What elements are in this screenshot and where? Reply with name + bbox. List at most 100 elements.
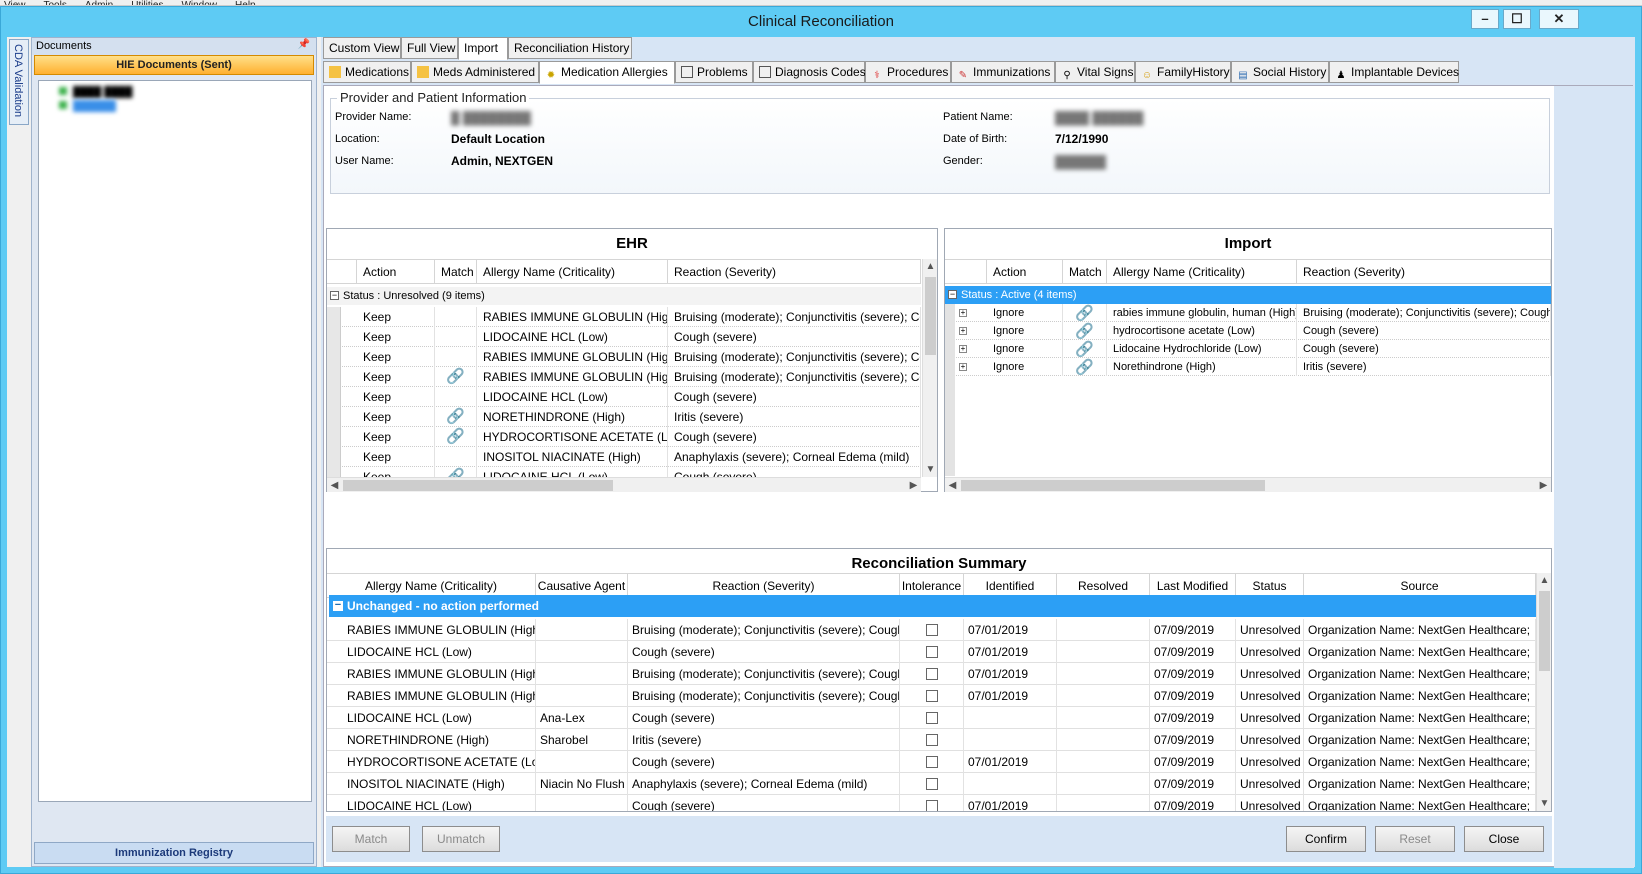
scroll-thumb[interactable] (343, 480, 613, 491)
link-icon[interactable]: 🔗 (1075, 359, 1094, 376)
collapse-icon[interactable]: − (948, 290, 957, 299)
tab-immunizations[interactable]: ✎ Immunizations (951, 61, 1055, 83)
ehr-row[interactable]: Keep RABIES IMMUNE GLOBULIN (High) Bruisin… (327, 307, 921, 327)
ehr-row[interactable]: Keep 🔗 RABIES IMMUNE GLOBULIN (High) Bruisi… (327, 367, 921, 387)
unmatch-button[interactable]: Unmatch (422, 826, 500, 852)
summary-row[interactable]: RABIES IMMUNE GLOBULIN (High) Bruising (m… (327, 663, 1536, 685)
scroll-thumb[interactable] (961, 480, 1265, 491)
ehr-row[interactable]: Keep LIDOCAINE HCL (Low) Cough (severe) (327, 387, 921, 407)
tab-meds-administered[interactable]: Meds Administered (411, 61, 539, 83)
row-selector[interactable] (327, 367, 341, 387)
match-button[interactable]: Match (332, 826, 410, 852)
scroll-right-icon[interactable]: ▶ (906, 478, 921, 493)
import-action[interactable]: Ignore (987, 304, 1063, 322)
intolerance-checkbox[interactable] (925, 734, 938, 746)
import-row[interactable]: + Ignore 🔗 Norethindrone (High) Iritis (seve… (945, 358, 1551, 376)
row-selector[interactable] (327, 307, 341, 327)
hie-documents-bar[interactable]: HIE Documents (Sent) (34, 55, 314, 75)
scroll-down-icon[interactable]: ▼ (923, 462, 938, 477)
tab-vital-signs[interactable]: ⚲ Vital Signs (1055, 61, 1135, 83)
row-selector[interactable] (327, 327, 341, 347)
reset-button[interactable]: Reset (1375, 826, 1455, 852)
row-selector[interactable] (327, 447, 341, 467)
intolerance-checkbox[interactable] (925, 646, 938, 658)
ehr-row[interactable]: Keep 🔗 LIDOCAINE HCL (Low) Cough (severe) (327, 467, 921, 477)
scroll-up-icon[interactable]: ▲ (923, 259, 938, 274)
scroll-down-icon[interactable]: ▼ (1537, 796, 1552, 811)
import-col-allergy[interactable]: Allergy Name (Criticality) (1107, 260, 1297, 284)
intolerance-checkbox[interactable] (925, 800, 938, 811)
import-row[interactable]: + Ignore 🔗 Lidocaine Hydrochloride (Low) Cou… (945, 340, 1551, 358)
import-row[interactable]: + Ignore 🔗 hydrocortisone acetate (Low) Coug… (945, 322, 1551, 340)
confirm-button[interactable]: Confirm (1286, 826, 1366, 852)
expand-icon[interactable]: + (959, 345, 967, 353)
row-selector[interactable] (327, 427, 341, 447)
summary-row[interactable]: HYDROCORTISONE ACETATE (Low) Cough (sever… (327, 751, 1536, 773)
summary-row[interactable]: INOSITOL NIACINATE (High) Niacin No Flush… (327, 773, 1536, 795)
tab-reconciliation-history[interactable]: Reconciliation History (508, 37, 632, 59)
link-icon[interactable]: 🔗 (446, 468, 465, 477)
tab-problems[interactable]: Problems (675, 61, 753, 83)
expand-icon[interactable]: + (959, 327, 967, 335)
tab-implantable-devices[interactable]: ♟ Implantable Devices (1329, 61, 1459, 83)
intolerance-checkbox[interactable] (925, 778, 938, 790)
tab-custom-view[interactable]: Custom View (323, 37, 401, 59)
link-icon[interactable]: 🔗 (1075, 305, 1094, 322)
tab-diagnosis-codes[interactable]: Diagnosis Codes (753, 61, 866, 83)
intolerance-checkbox[interactable] (925, 756, 938, 768)
intolerance-checkbox[interactable] (925, 690, 938, 702)
ehr-horizontal-scrollbar[interactable]: ◀ ▶ (327, 477, 921, 492)
link-icon[interactable]: 🔗 (446, 368, 465, 386)
summary-row[interactable]: RABIES IMMUNE GLOBULIN (High) Bruising (m… (327, 685, 1536, 707)
ehr-action[interactable]: Keep (357, 387, 435, 407)
tree-item[interactable]: ██████ (59, 101, 116, 112)
expand-icon[interactable]: + (959, 363, 967, 371)
summary-row[interactable]: LIDOCAINE HCL (Low) Cough (severe) 07/01/2… (327, 641, 1536, 663)
close-window-button[interactable]: ✕ (1539, 9, 1579, 29)
scroll-left-icon[interactable]: ◀ (327, 478, 342, 493)
import-action[interactable]: Ignore (987, 340, 1063, 358)
summary-row[interactable]: RABIES IMMUNE GLOBULIN (High) Bruising (m… (327, 619, 1536, 641)
summary-row[interactable]: LIDOCAINE HCL (Low) Ana-Lex Cough (severe)… (327, 707, 1536, 729)
summary-vertical-scrollbar[interactable]: ▲ ▼ (1536, 573, 1551, 811)
scroll-up-icon[interactable]: ▲ (1537, 573, 1552, 588)
import-col-reaction[interactable]: Reaction (Severity) (1297, 260, 1551, 284)
maximize-button[interactable]: ☐ (1503, 9, 1531, 29)
tab-medication-allergies[interactable]: ✹ Medication Allergies (539, 61, 675, 84)
ehr-row[interactable]: Keep 🔗 HYDROCORTISONE ACETATE (Low) Cough (… (327, 427, 921, 447)
import-action[interactable]: Ignore (987, 322, 1063, 340)
scroll-left-icon[interactable]: ◀ (945, 478, 960, 493)
scroll-thumb[interactable] (925, 277, 936, 355)
tab-social-history[interactable]: ▤ Social History (1231, 61, 1329, 83)
ehr-action[interactable]: Keep (357, 327, 435, 347)
immunization-registry-bar[interactable]: Immunization Registry (34, 842, 314, 864)
tree-item[interactable]: ████ ████ (59, 87, 132, 98)
close-button[interactable]: Close (1464, 826, 1544, 852)
scroll-thumb[interactable] (1539, 591, 1550, 671)
ehr-row[interactable]: Keep INOSITOL NIACINATE (High) Anaphylaxis… (327, 447, 921, 467)
minimize-button[interactable]: – (1471, 9, 1499, 29)
ehr-vertical-scrollbar[interactable]: ▲ ▼ (922, 259, 937, 477)
link-icon[interactable]: 🔗 (1075, 323, 1094, 340)
link-icon[interactable]: 🔗 (446, 408, 465, 426)
tab-procedures[interactable]: ⚕ Procedures (865, 61, 951, 83)
expand-icon[interactable]: + (959, 309, 967, 317)
intolerance-checkbox[interactable] (925, 668, 938, 680)
ehr-action[interactable]: Keep (357, 307, 435, 327)
row-selector[interactable] (327, 467, 341, 477)
ehr-action[interactable]: Keep (357, 447, 435, 467)
import-col-action[interactable]: Action (987, 260, 1063, 284)
tab-full-view[interactable]: Full View (401, 37, 458, 59)
pin-icon[interactable]: 📌 (298, 39, 310, 50)
tab-medications[interactable]: Medications (323, 61, 411, 83)
ehr-row[interactable]: Keep 🔗 NORETHINDRONE (High) Iritis (severe) (327, 407, 921, 427)
ehr-action[interactable]: Keep (357, 407, 435, 427)
ehr-row[interactable]: Keep LIDOCAINE HCL (Low) Cough (severe) (327, 327, 921, 347)
import-action[interactable]: Ignore (987, 358, 1063, 376)
summary-row[interactable]: NORETHINDRONE (High) Sharobel Iritis (seve… (327, 729, 1536, 751)
link-icon[interactable]: 🔗 (1075, 341, 1094, 358)
ehr-action[interactable]: Keep (357, 347, 435, 367)
import-row[interactable]: + Ignore 🔗 rabies immune globulin, human (H… (945, 304, 1551, 322)
ehr-row[interactable]: Keep RABIES IMMUNE GLOBULIN (High) Bruisin… (327, 347, 921, 367)
intolerance-checkbox[interactable] (925, 712, 938, 724)
